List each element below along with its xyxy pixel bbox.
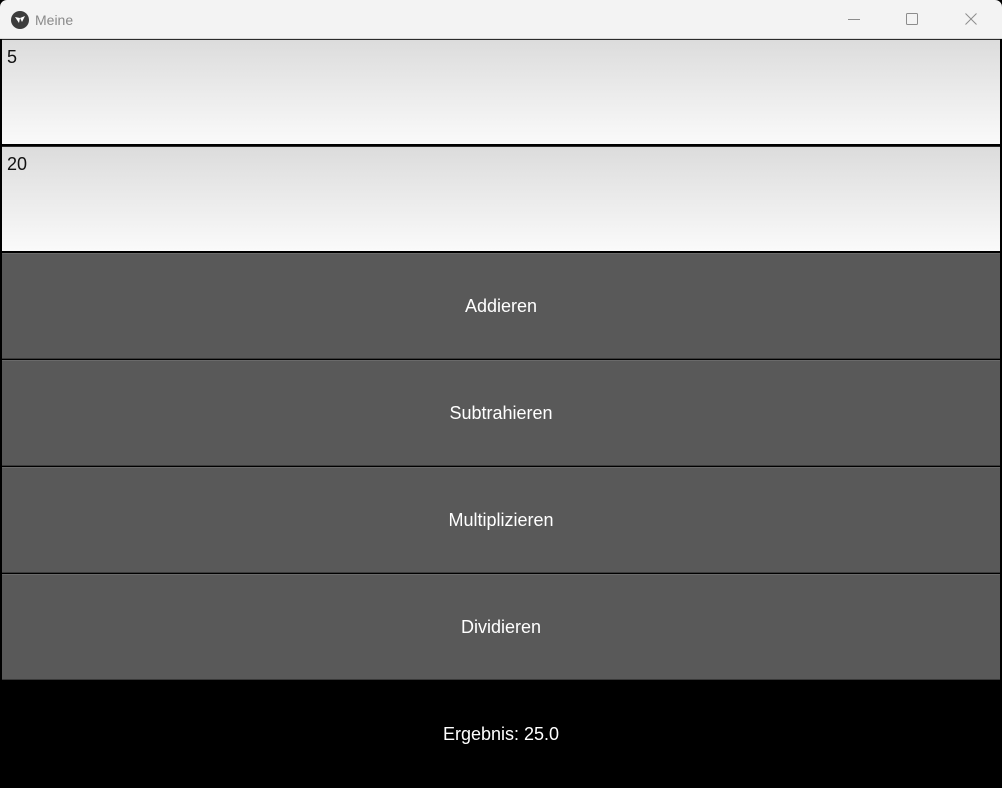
divide-button[interactable]: Dividieren: [2, 574, 1000, 680]
minimize-button[interactable]: [831, 0, 877, 38]
window-title: Meine: [35, 12, 74, 28]
second-number-input[interactable]: 20: [2, 146, 1000, 251]
first-number-input[interactable]: 5: [2, 39, 1000, 144]
kivy-logo-icon: [11, 11, 29, 29]
calculator-content: 5 20 Addieren Subtrahieren Multipliziere…: [2, 39, 1000, 788]
maximize-button[interactable]: [889, 0, 935, 38]
result-label: Ergebnis: 25.0: [2, 681, 1000, 788]
close-button[interactable]: [948, 0, 994, 38]
minimize-icon: [848, 19, 860, 20]
title-bar[interactable]: Meine: [0, 0, 1002, 39]
maximize-icon: [906, 13, 918, 25]
multiply-button[interactable]: Multiplizieren: [2, 467, 1000, 573]
app-window: Meine 5 20 Addieren Subtrahieren Multipl…: [0, 0, 1002, 788]
subtract-button[interactable]: Subtrahieren: [2, 360, 1000, 466]
close-icon: [965, 13, 977, 25]
add-button[interactable]: Addieren: [2, 253, 1000, 359]
